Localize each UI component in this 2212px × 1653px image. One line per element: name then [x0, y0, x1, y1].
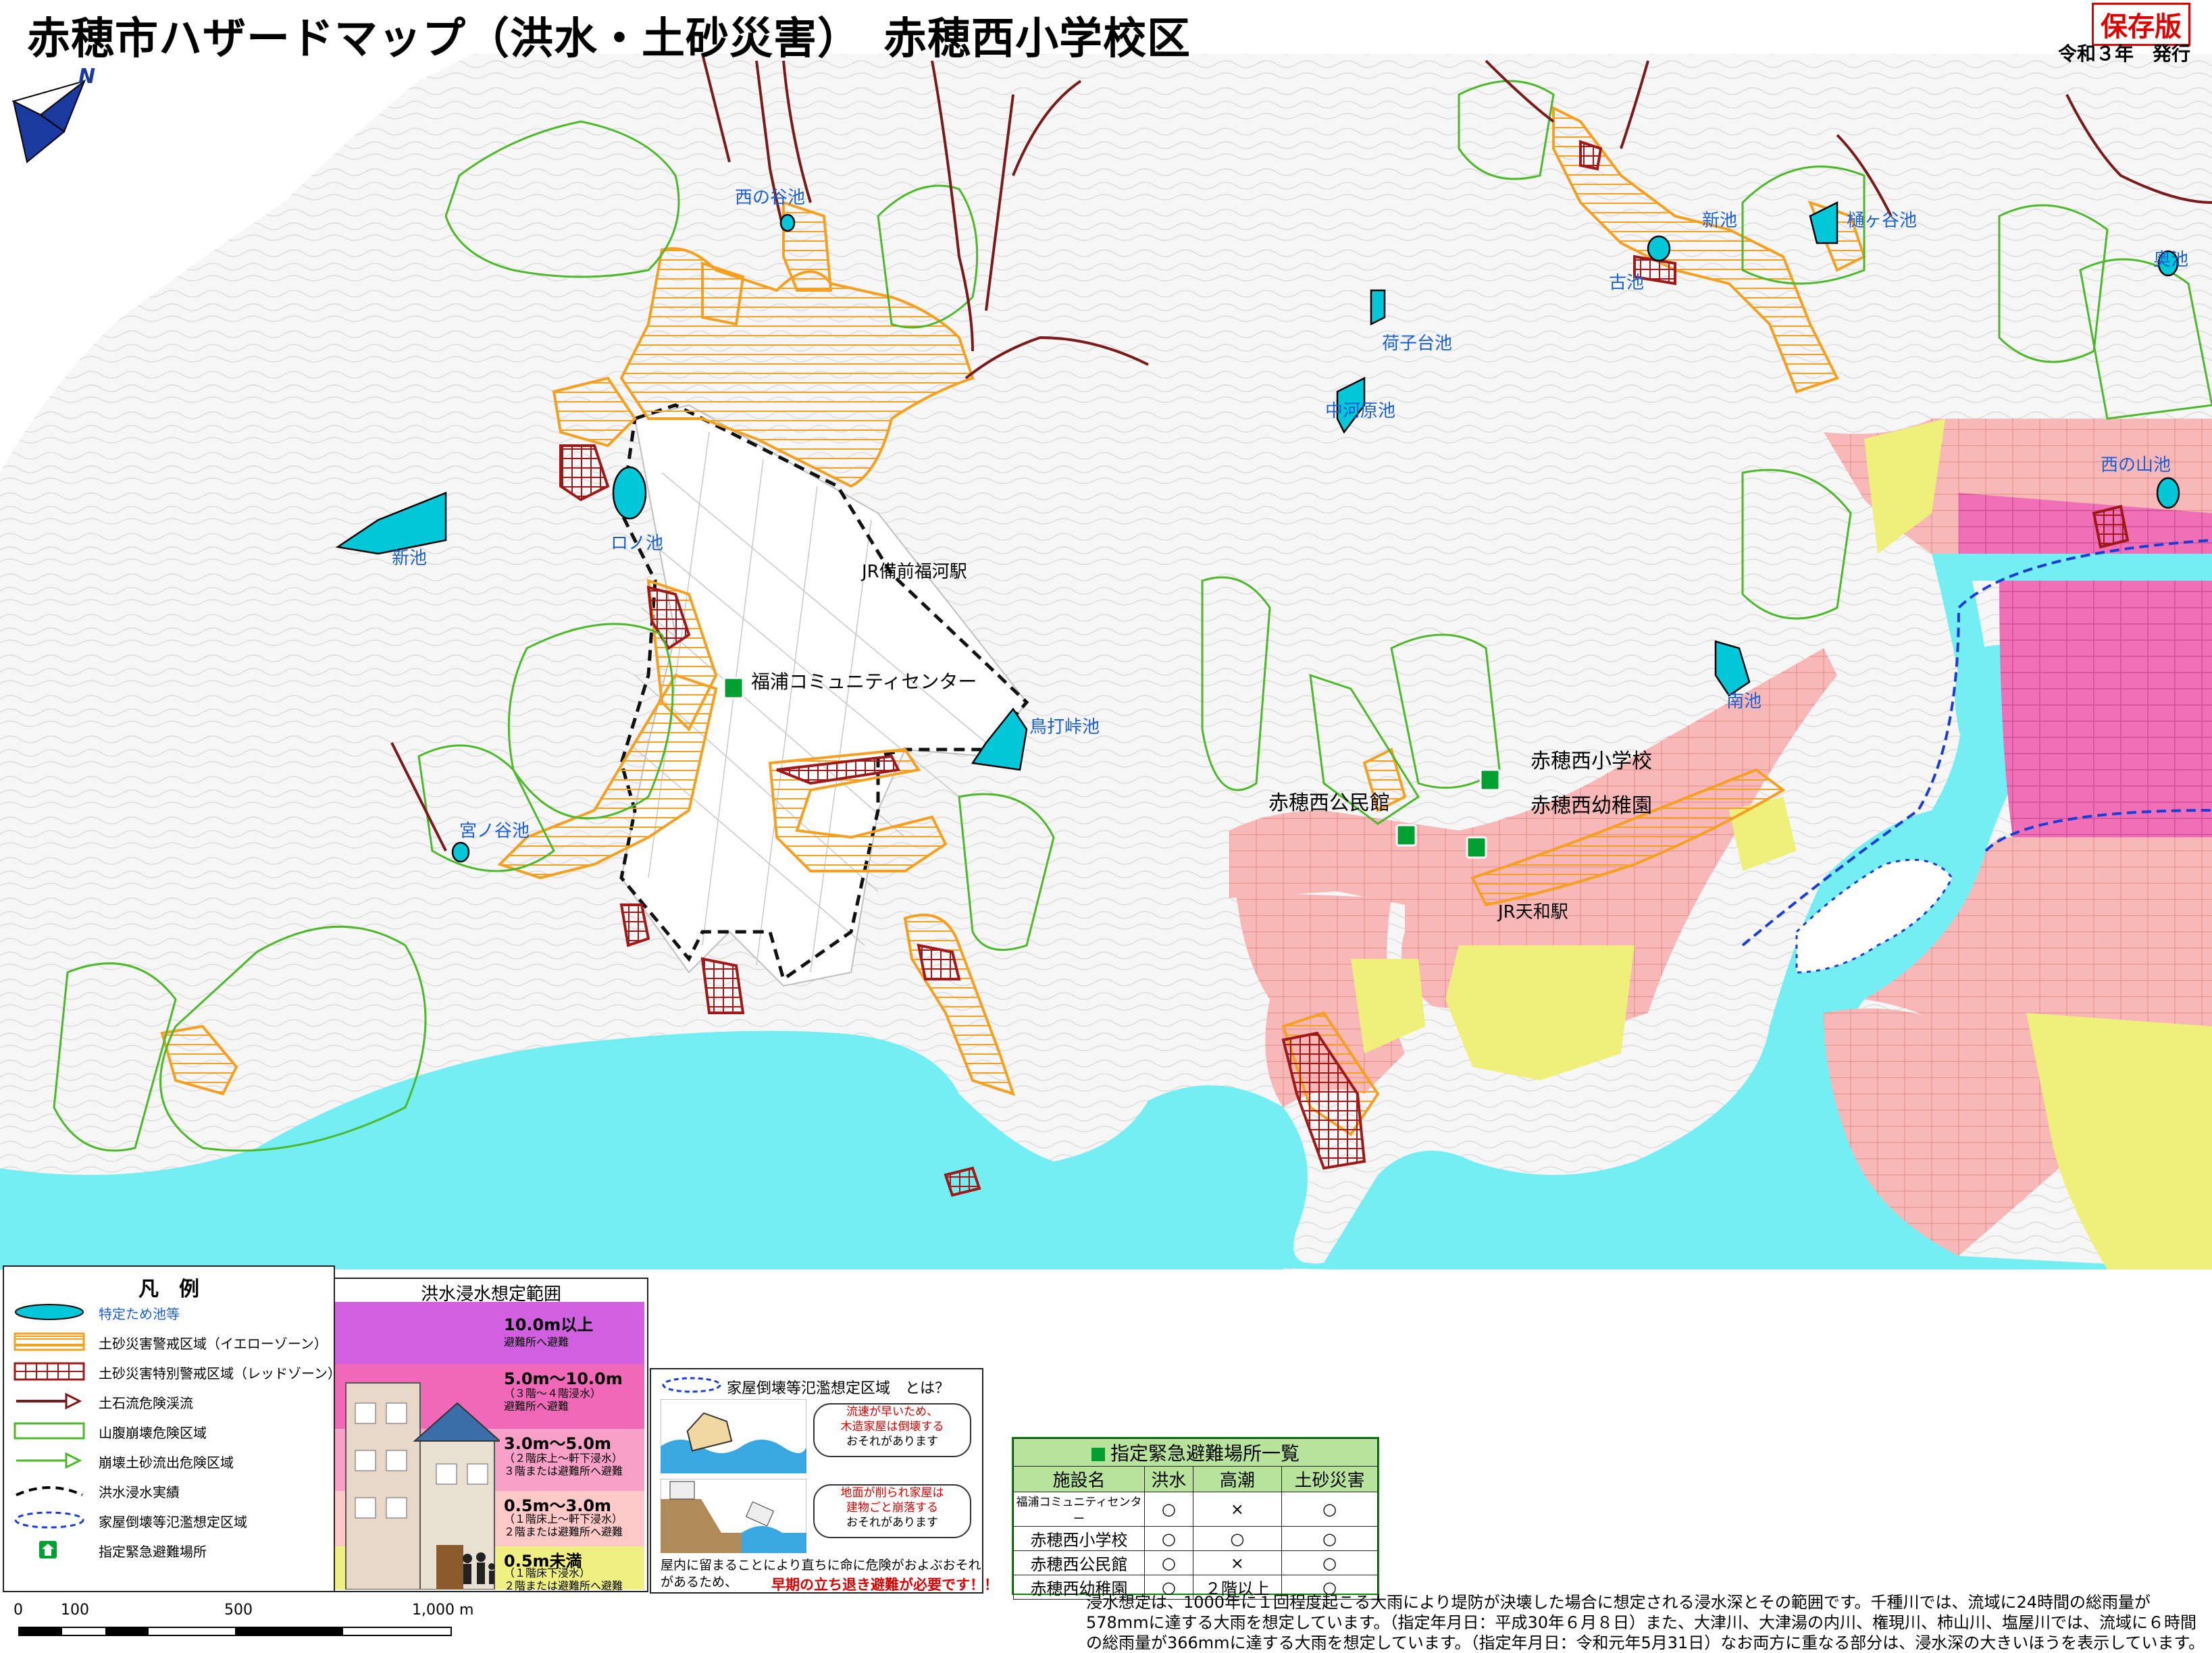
legend-item: 家屋倒壊等氾濫想定区域: [9, 1507, 331, 1534]
station-label: JR備前福河駅: [862, 562, 967, 582]
flood-zone-east-deep2: [1999, 581, 2212, 837]
scale-bar: 0 100 500 1,000 m: [14, 1599, 500, 1646]
house-illustration: [335, 1302, 500, 1590]
house-collapse-icon: [14, 1511, 84, 1529]
legend-item: 土砂災害警戒区域（イエローゾーン）: [9, 1329, 331, 1356]
collapse-warning-emphasis: 早期の立ち退き避難が必要です！！: [771, 1577, 998, 1593]
house-collapse-info: 家屋倒壊等氾濫想定区域 とは？ 流速が早いため、 木造家屋は倒壊する おそれがあ…: [650, 1368, 998, 1594]
pond-label: 新池: [392, 548, 428, 569]
facility-label: 赤穂西小学校: [1531, 750, 1652, 773]
facility-label: 赤穂西幼稚園: [1531, 794, 1652, 818]
pond-label: 奥池: [2153, 250, 2189, 270]
table-header: 高潮: [1192, 1466, 1282, 1492]
flood-assumption-note: 浸水想定は、1000年に１回程度起こる大雨により堤防が決壊した場合に想定される浸…: [1086, 1593, 2205, 1652]
legend-item: 土砂災害特別警戒区域（レッドゾーン）: [9, 1359, 341, 1386]
facility-label: 福浦コミュニティセンター: [751, 671, 977, 693]
pond-icon: [15, 1304, 84, 1320]
scale-bar-graphic: [18, 1627, 452, 1636]
page-title: 赤穂市ハザードマップ（洪水・土砂災害） 赤穂西小学校区: [27, 14, 1191, 64]
flood-band: 10.0m以上 避難所へ避難: [500, 1302, 644, 1364]
shelter-table-title: 指定緊急避難場所一覧: [1013, 1438, 1378, 1467]
flood-wave-illustration: [661, 1399, 806, 1473]
pond-label: 宮ノ谷池: [459, 821, 530, 841]
table-row: 赤穂西公民館 ○ × ○: [1012, 1550, 1379, 1575]
yellow-zone-icon: [14, 1332, 85, 1351]
legend-item: 崩壊土砂流出危険区域: [9, 1448, 331, 1475]
flood-band: 5.0m～10.0m （３階～４階浸水） 避難所へ避難: [500, 1364, 644, 1429]
table-row: 赤穂西小学校 ○ ○ ○: [1012, 1526, 1379, 1551]
legend-item: 土石流危険渓流: [9, 1388, 331, 1415]
issue-date: 令和３年 発行: [2057, 43, 2190, 65]
flood-band: 0.5m～3.0m （１階床上～軒下浸水） ２階または避難所へ避難: [500, 1491, 644, 1546]
callout-wave: 流速が早いため、 木造家屋は倒壊する おそれがあります: [813, 1403, 971, 1457]
legend-panel: 凡 例 特定ため池等 土砂災害警戒区域（イエローゾーン） 土砂災害特別警戒区域（…: [3, 1265, 341, 1592]
pond-label: 樋ヶ谷池: [1847, 211, 1918, 231]
pond-label: 西の谷池: [735, 188, 806, 208]
flood-depth-legend: 洪水浸水想定範囲 10.0m以上 避難所へ避難 5.0m～10.0m （３階～４…: [334, 1278, 648, 1592]
compass-north-label: N: [78, 65, 96, 88]
flood-band: 0.5m未満 （１階床下浸水） ２階または避難所へ避難: [500, 1546, 644, 1592]
slope-collapse-icon: [14, 1422, 85, 1440]
pond-label: 古池: [1609, 273, 1645, 293]
pond-label: 中河原池: [1325, 401, 1396, 421]
pond-label: 新池: [1702, 211, 1738, 231]
pond-label: 鳥打峠池: [1029, 717, 1100, 737]
shelter-icon: [1091, 1448, 1105, 1461]
pond-label: 西の山池: [2101, 455, 2171, 475]
table-header: 洪水: [1144, 1466, 1193, 1492]
table-header: 土砂災害: [1281, 1466, 1379, 1492]
erosion-illustration: [661, 1479, 806, 1553]
pond-label: 南池: [1726, 691, 1762, 712]
red-zone-icon: [14, 1362, 85, 1381]
collapse-zone-icon: [662, 1377, 721, 1393]
station-label: JR天和駅: [1498, 902, 1568, 922]
legend-title: 凡 例: [138, 1278, 199, 1301]
callout-erosion: 地面が削られ家屋は 建物ごと崩落する おそれがあります: [813, 1484, 971, 1538]
collapse-heading: 家屋倒壊等氾濫想定区域 とは？: [727, 1380, 950, 1397]
shelter-icon: [39, 1541, 57, 1558]
flood-band: 3.0m～5.0m （２階床上～軒下浸水） ３階または避難所へ避難: [500, 1429, 644, 1491]
sediment-outflow-icon: [16, 1452, 82, 1469]
shelter-list-table: 指定緊急避難場所一覧 施設名 洪水 高潮 土砂災害 福浦コミュニティセンター ○…: [1012, 1437, 1379, 1600]
legend-item: 特定ため池等: [9, 1299, 331, 1326]
debris-flow-icon: [16, 1392, 82, 1410]
legend-item: 洪水浸水実績: [9, 1477, 331, 1504]
facility-label: 赤穂西公民館: [1268, 791, 1390, 815]
legend-item: 山腹崩壊危険区域: [9, 1418, 331, 1445]
table-row: 福浦コミュニティセンター ○ × ○: [1012, 1492, 1379, 1527]
table-header: 施設名: [1012, 1466, 1146, 1492]
legend-item: 指定緊急避難場所: [9, 1537, 331, 1564]
flood-record-icon: [16, 1486, 83, 1496]
pond-label: 荷子台池: [1382, 334, 1453, 354]
pond-label: ロノ池: [611, 533, 664, 554]
